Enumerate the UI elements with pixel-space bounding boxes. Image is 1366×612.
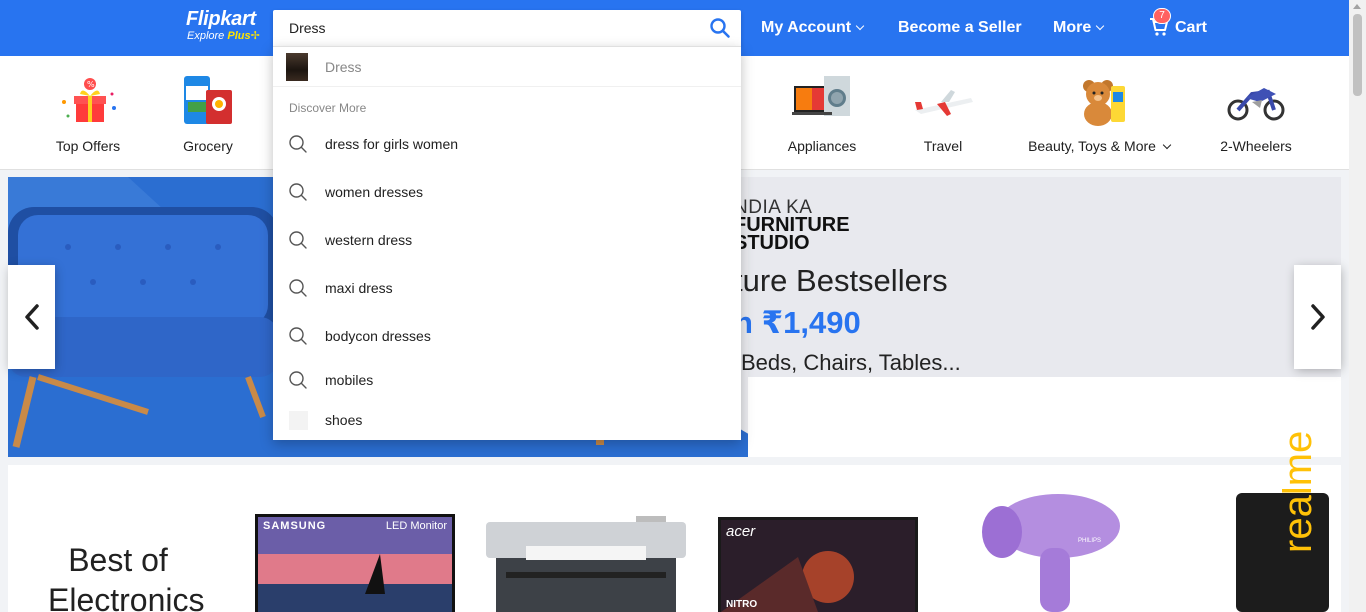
product-acer-monitor[interactable]: acer NITRO (718, 517, 918, 612)
suggestion-text: mobiles (325, 372, 374, 388)
category-label: Top Offers (55, 138, 121, 154)
search-input[interactable] (273, 10, 693, 46)
more-menu[interactable]: More (1053, 18, 1105, 38)
suggestion-text: bodycon dresses (325, 328, 431, 344)
category-appliances[interactable]: Appliances (774, 56, 870, 170)
flipkart-logo[interactable]: Flipkart Explore Plus✢ (186, 8, 260, 42)
suggestion-item[interactable]: women dresses (273, 172, 741, 212)
suggestion-item[interactable]: maxi dress (273, 268, 741, 308)
suggestion-product[interactable]: Dress (273, 47, 741, 87)
search-icon (289, 135, 307, 153)
banner-line2b: STUDIO (734, 232, 810, 254)
my-account-menu[interactable]: My Account (761, 18, 865, 38)
category-label: Grocery (183, 138, 233, 154)
product-samsung-monitor[interactable]: SAMSUNG LED Monitor (255, 514, 455, 612)
grocery-icon (176, 72, 240, 128)
product-caption: NITRO (726, 599, 758, 610)
airplane-icon (911, 72, 975, 128)
search-icon (289, 279, 307, 297)
suggestion-item[interactable]: bodycon dresses (273, 316, 741, 356)
category-grocery[interactable]: Grocery (160, 56, 256, 170)
search-icon (289, 371, 307, 389)
product-brand: SAMSUNG (263, 520, 327, 532)
banner-next-button[interactable] (1294, 265, 1341, 369)
scrollbar-thumb[interactable] (1353, 14, 1362, 96)
chevron-right-icon (1311, 304, 1325, 330)
dress-thumbnail (286, 53, 308, 81)
suggestion-item[interactable]: shoes (273, 400, 741, 440)
teddy-bear-icon (1067, 72, 1131, 128)
chevron-down-icon (1095, 21, 1105, 31)
category-2-wheelers[interactable]: 2-Wheelers (1208, 56, 1304, 170)
product-brand: acer (726, 523, 756, 540)
category-label: 2-Wheelers (1220, 138, 1292, 154)
product-power-bank[interactable]: realme (1236, 431, 1329, 612)
suggestion-text: western dress (325, 232, 413, 248)
scroll-up-icon[interactable] (1353, 4, 1361, 9)
product-brand: PHILIPS (1078, 538, 1102, 544)
logo-sub-plus: Plus (227, 30, 251, 42)
suggestion-label: Dress (325, 59, 362, 75)
category-label: Travel (923, 138, 963, 154)
logo-brand: Flipkart (186, 8, 256, 30)
product-hair-dryer[interactable]: PHILIPS (978, 492, 1123, 612)
shoe-thumbnail-icon (289, 411, 308, 430)
suggestion-text: maxi dress (325, 280, 393, 296)
search-suggestions-dropdown: Dress Discover More dress for girls wome… (273, 46, 741, 440)
search-icon (289, 231, 307, 249)
cart-count-badge: 7 (1153, 8, 1171, 24)
plus-star-icon: ✢ (250, 30, 260, 42)
search-bar (273, 10, 741, 46)
section-title: Best of Electronics (48, 542, 205, 612)
chevron-down-icon (1162, 140, 1172, 150)
discover-more-label: Discover More (289, 101, 367, 115)
category-beauty-toys[interactable]: Beauty, Toys & More (1022, 56, 1176, 170)
search-icon (289, 183, 307, 201)
search-icon (289, 327, 307, 345)
category-label: Appliances (787, 138, 857, 154)
cart-link[interactable]: Cart (1175, 18, 1207, 38)
product-caption: LED Monitor (385, 520, 447, 532)
logo-sub-explore: Explore (187, 30, 225, 42)
category-top-offers[interactable]: % Top Offers (40, 56, 136, 170)
motorcycle-icon (1224, 72, 1288, 128)
become-seller-link[interactable]: Become a Seller (898, 18, 1022, 38)
appliances-icon (790, 72, 854, 128)
suggestion-text: dress for girls women (325, 136, 459, 152)
gift-offers-icon: % (56, 72, 120, 128)
logo-subtitle: Explore Plus✢ (187, 30, 260, 42)
category-travel[interactable]: Travel (895, 56, 991, 170)
more-label: More (1053, 19, 1092, 36)
search-icon[interactable] (709, 17, 731, 39)
svg-text:%: % (87, 80, 95, 89)
category-label-text: Beauty, Toys & More (1028, 138, 1156, 154)
banner-line5: Beds, Chairs, Tables... (741, 350, 961, 375)
chevron-down-icon (855, 21, 865, 31)
suggestion-text: shoes (325, 412, 363, 428)
best-of-electronics-section: Best of Electronics SAMSUNG LED Monitor … (8, 431, 1341, 612)
my-account-label: My Account (761, 19, 852, 36)
suggestion-item[interactable]: dress for girls women (273, 124, 741, 164)
suggestion-item[interactable]: mobiles (273, 360, 741, 400)
chevron-left-icon (25, 304, 39, 330)
product-printer[interactable] (486, 516, 686, 612)
page-scrollbar[interactable] (1349, 0, 1366, 612)
banner-line3: ture Bestsellers (734, 263, 948, 298)
banner-line4: n ₹1,490 (734, 305, 861, 340)
suggestion-item[interactable]: western dress (273, 220, 741, 260)
category-label: Beauty, Toys & More (1022, 138, 1176, 154)
suggestion-text: women dresses (325, 184, 424, 200)
banner-prev-button[interactable] (8, 265, 55, 369)
product-caption: realme (1276, 430, 1320, 553)
